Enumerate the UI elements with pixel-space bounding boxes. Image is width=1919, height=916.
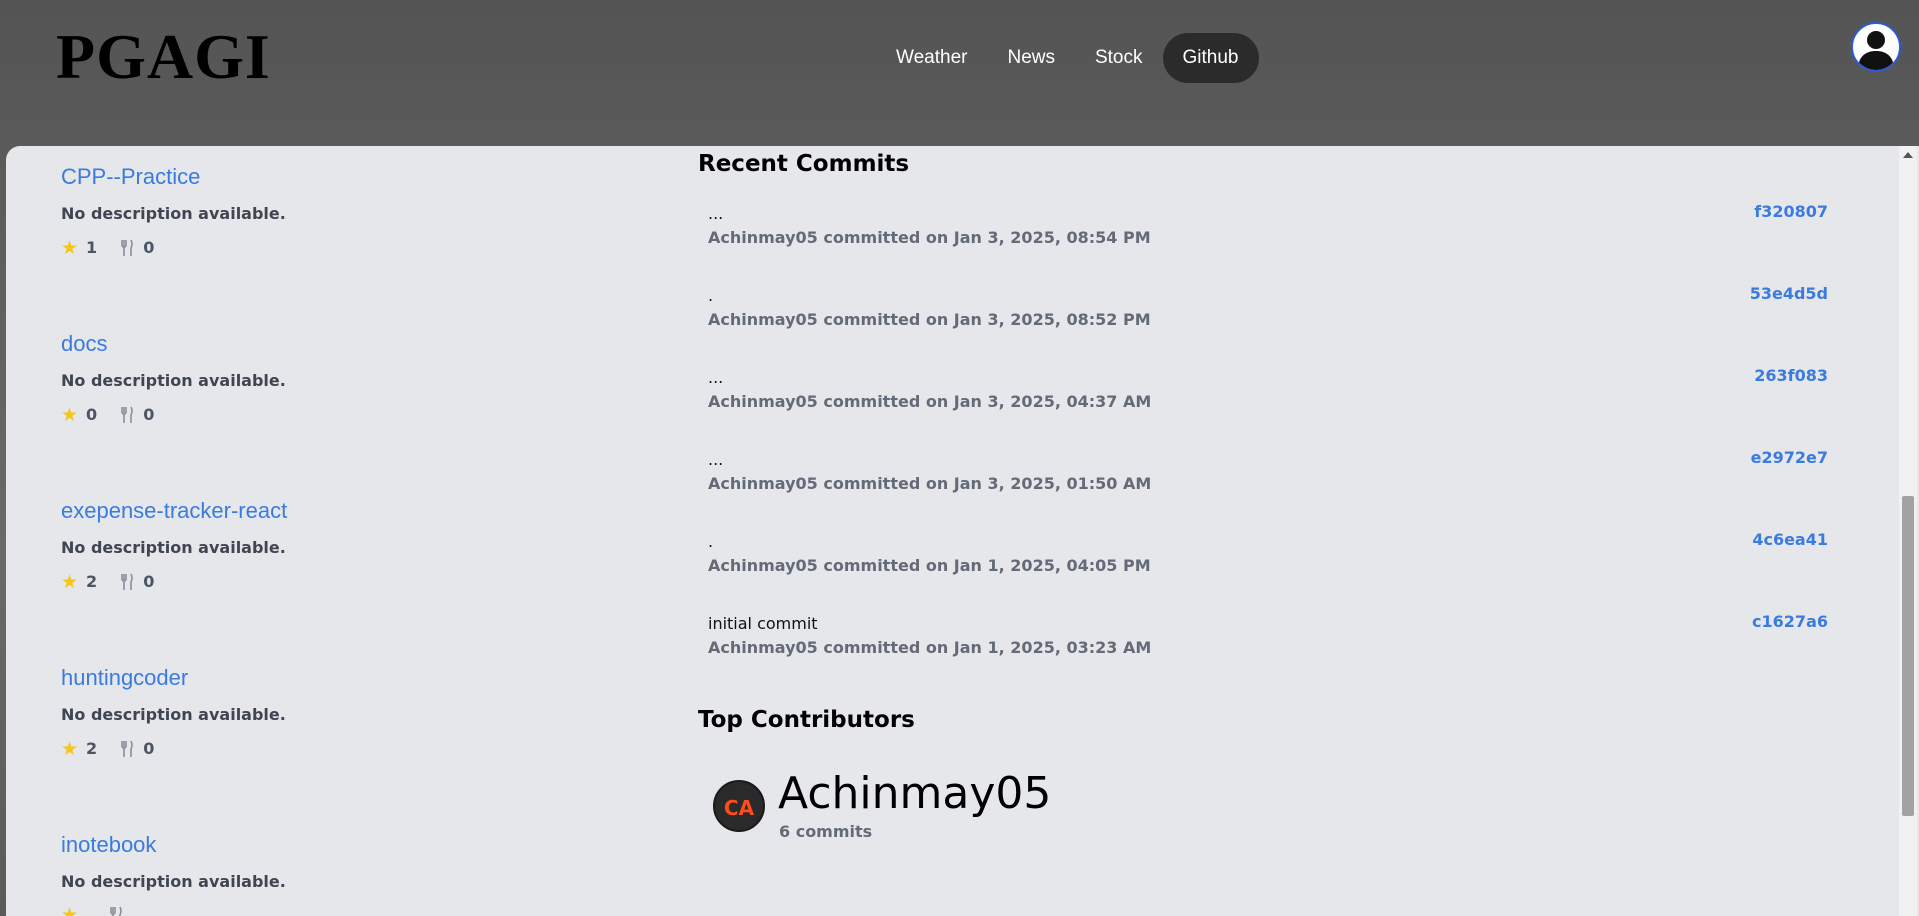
github-panel: CPP--Practice No description available. … <box>6 146 1919 916</box>
repo-name-link[interactable]: inotebook <box>61 832 286 858</box>
commit-item: initial commit Achinmay05 committed on J… <box>708 612 1828 658</box>
top-header: PGAGI Weather News Stock Github <box>0 0 1919 146</box>
repo-stats: ★ 1 0 <box>61 238 286 257</box>
star-icon: ★ <box>61 236 79 259</box>
repo-card: CPP--Practice No description available. … <box>61 164 286 257</box>
star-icon: ★ <box>61 403 79 426</box>
repo-card: exepense-tracker-react No description av… <box>61 498 287 591</box>
repo-description: No description available. <box>61 371 286 390</box>
site-logo[interactable]: PGAGI <box>56 24 271 90</box>
commit-item: ... Achinmay05 committed on Jan 3, 2025,… <box>708 448 1828 494</box>
commit-sha-link[interactable]: 263f083 <box>1754 366 1828 385</box>
repo-name-link[interactable]: CPP--Practice <box>61 164 286 190</box>
nav-news[interactable]: News <box>987 33 1075 83</box>
commit-item: . Achinmay05 committed on Jan 3, 2025, 0… <box>708 284 1828 330</box>
fork-icon <box>121 239 133 256</box>
star-count: ★ 0 <box>61 403 98 426</box>
fork-icon <box>121 740 133 757</box>
repo-name-link[interactable]: huntingcoder <box>61 665 286 691</box>
star-icon: ★ <box>61 904 79 916</box>
star-count: ★ <box>61 906 86 916</box>
fork-icon <box>110 906 122 916</box>
commit-message: ... <box>708 204 724 223</box>
nav-github[interactable]: Github <box>1162 33 1259 83</box>
fork-count: 0 <box>119 572 154 591</box>
recent-commits-title: Recent Commits <box>698 151 910 177</box>
commit-item: ... Achinmay05 committed on Jan 3, 2025,… <box>708 202 1828 248</box>
repo-card: docs No description available. ★ 0 0 <box>61 331 286 424</box>
commit-meta: Achinmay05 committed on Jan 3, 2025, 04:… <box>708 392 1152 411</box>
contributor-avatar[interactable]: CA <box>713 780 765 832</box>
repo-card: inotebook No description available. ★ <box>61 832 286 916</box>
commit-message: . <box>708 532 714 551</box>
nav-stock[interactable]: Stock <box>1075 33 1163 83</box>
fork-count: 0 <box>119 238 154 257</box>
commit-message: ... <box>708 368 724 387</box>
commit-message: ... <box>708 450 724 469</box>
fork-count <box>108 906 132 916</box>
contributor-name[interactable]: Achinmay05 <box>778 768 1051 820</box>
star-icon: ★ <box>61 737 79 760</box>
repo-stats: ★ 2 0 <box>61 739 286 758</box>
commit-meta: Achinmay05 committed on Jan 3, 2025, 01:… <box>708 474 1152 493</box>
repo-name-link[interactable]: exepense-tracker-react <box>61 498 287 524</box>
repo-stats: ★ 0 0 <box>61 405 286 424</box>
commit-item: . Achinmay05 committed on Jan 1, 2025, 0… <box>708 530 1828 576</box>
fork-icon <box>121 573 133 590</box>
repo-stats: ★ <box>61 906 286 916</box>
commit-meta: Achinmay05 committed on Jan 3, 2025, 08:… <box>708 310 1151 329</box>
repo-stats: ★ 2 0 <box>61 572 287 591</box>
commit-sha-link[interactable]: f320807 <box>1754 202 1828 221</box>
scroll-up-arrow-icon[interactable] <box>1903 152 1913 158</box>
repo-name-link[interactable]: docs <box>61 331 286 357</box>
commit-meta: Achinmay05 committed on Jan 1, 2025, 03:… <box>708 638 1152 657</box>
fork-icon <box>121 406 133 423</box>
commit-message: initial commit <box>708 614 818 633</box>
repo-description: No description available. <box>61 538 286 557</box>
top-contributors-title: Top Contributors <box>698 707 915 733</box>
commit-sha-link[interactable]: 53e4d5d <box>1750 284 1828 303</box>
commit-meta: Achinmay05 committed on Jan 3, 2025, 08:… <box>708 228 1151 247</box>
nav-weather[interactable]: Weather <box>876 33 987 83</box>
repo-description: No description available. <box>61 705 286 724</box>
repo-description: No description available. <box>61 872 286 891</box>
main-nav: Weather News Stock Github <box>876 33 1259 83</box>
user-avatar-icon[interactable] <box>1851 22 1901 72</box>
vertical-scrollbar[interactable] <box>1899 146 1917 916</box>
scrollbar-thumb[interactable] <box>1902 496 1914 816</box>
commit-message: . <box>708 286 714 305</box>
star-count: ★ 2 <box>61 737 98 760</box>
contributor-commit-count: 6 commits <box>779 822 873 841</box>
fork-count: 0 <box>119 739 154 758</box>
commit-sha-link[interactable]: c1627a6 <box>1752 612 1828 631</box>
fork-count: 0 <box>119 405 154 424</box>
repo-description: No description available. <box>61 204 286 223</box>
commit-sha-link[interactable]: 4c6ea41 <box>1752 530 1828 549</box>
repo-card: huntingcoder No description available. ★… <box>61 665 286 758</box>
commit-sha-link[interactable]: e2972e7 <box>1751 448 1828 467</box>
star-count: ★ 1 <box>61 236 98 259</box>
commit-meta: Achinmay05 committed on Jan 1, 2025, 04:… <box>708 556 1151 575</box>
star-icon: ★ <box>61 570 79 593</box>
commit-item: ... Achinmay05 committed on Jan 3, 2025,… <box>708 366 1828 412</box>
star-count: ★ 2 <box>61 570 98 593</box>
